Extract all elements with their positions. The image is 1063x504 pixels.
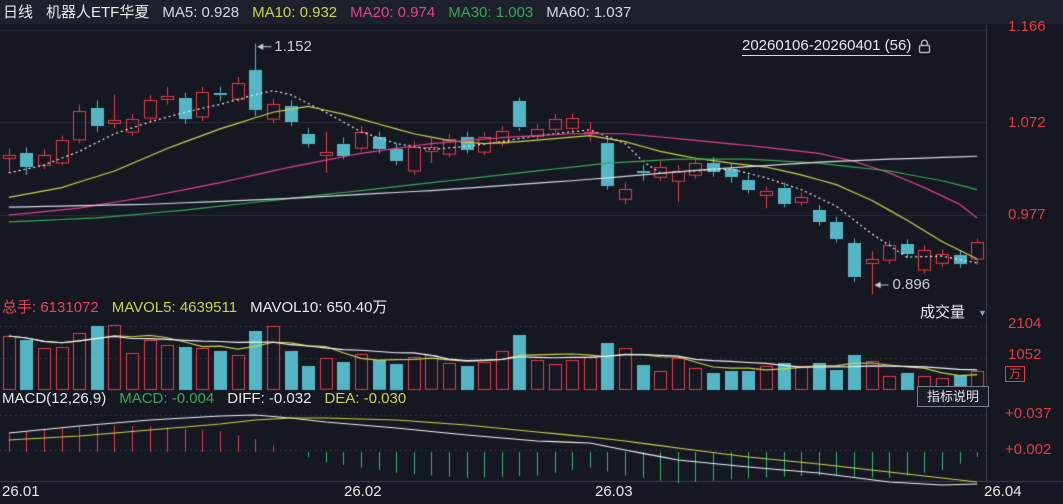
price-axis-label: 1.166 — [1008, 19, 1046, 35]
volume-axis-label: 2104 — [1008, 316, 1041, 332]
macd-value: MACD: -0.004 — [119, 390, 214, 408]
x-axis-label: 26.02 — [344, 484, 382, 500]
macd-axis-label: +0.002 — [1005, 442, 1051, 458]
macd-title: MACD(12,26,9) — [2, 390, 106, 408]
stock-chart-app: 日线 机器人ETF华夏 MA5: 0.928 MA10: 0.932 MA20:… — [0, 0, 1063, 504]
diff-value: DIFF: -0.032 — [227, 390, 311, 408]
mavol5-value: MAVOL5: 4639511 — [112, 299, 237, 317]
indicator-help-button[interactable]: 指标说明 — [917, 386, 989, 407]
lock-icon[interactable] — [916, 38, 933, 55]
price-axis-label: 1.072 — [1008, 115, 1046, 131]
volume-unit-badge: 万 — [1005, 366, 1025, 382]
volume-axis-label: 1052 — [1008, 347, 1041, 363]
mavol10-value: MAVOL10: 650.40万 — [250, 299, 387, 317]
price-axis-label: 0.977 — [1008, 207, 1046, 223]
ma30-value: MA30: 1.003 — [448, 4, 533, 22]
volume-header: 总手: 6131072 MAVOL5: 4639511 MAVOL10: 650… — [2, 299, 387, 317]
high-price-annotation: 1.152 — [274, 39, 312, 54]
ma20-value: MA20: 0.974 — [350, 4, 435, 22]
dea-value: DEA: -0.030 — [324, 390, 406, 408]
ma60-value: MA60: 1.037 — [546, 4, 631, 22]
volume-indicator-label: 成交量 — [920, 301, 965, 322]
x-axis-label: 26.04 — [984, 484, 1022, 500]
chevron-down-icon: ▼ — [978, 308, 987, 318]
candlestick-chart-canvas[interactable] — [0, 0, 1063, 504]
x-axis-label: 26.01 — [2, 484, 40, 500]
volume-indicator-dropdown[interactable]: 成交量 ▼ — [920, 301, 987, 322]
low-price-annotation: 0.896 — [893, 277, 931, 292]
x-axis-label: 26.03 — [595, 484, 633, 500]
date-range-label: 20260106-20260401 (56) — [742, 37, 911, 56]
chart-header: 日线 机器人ETF华夏 MA5: 0.928 MA10: 0.932 MA20:… — [3, 4, 631, 22]
period-selector[interactable]: 日线 — [3, 4, 33, 22]
symbol-name: 机器人ETF华夏 — [46, 4, 149, 22]
date-range-selector[interactable]: 20260106-20260401 (56) — [742, 37, 933, 56]
macd-header: MACD(12,26,9) MACD: -0.004 DIFF: -0.032 … — [2, 390, 406, 408]
ma5-value: MA5: 0.928 — [162, 4, 239, 22]
volume-total: 总手: 6131072 — [2, 299, 99, 317]
macd-axis-label: +0.037 — [1005, 406, 1051, 422]
ma10-value: MA10: 0.932 — [252, 4, 337, 22]
